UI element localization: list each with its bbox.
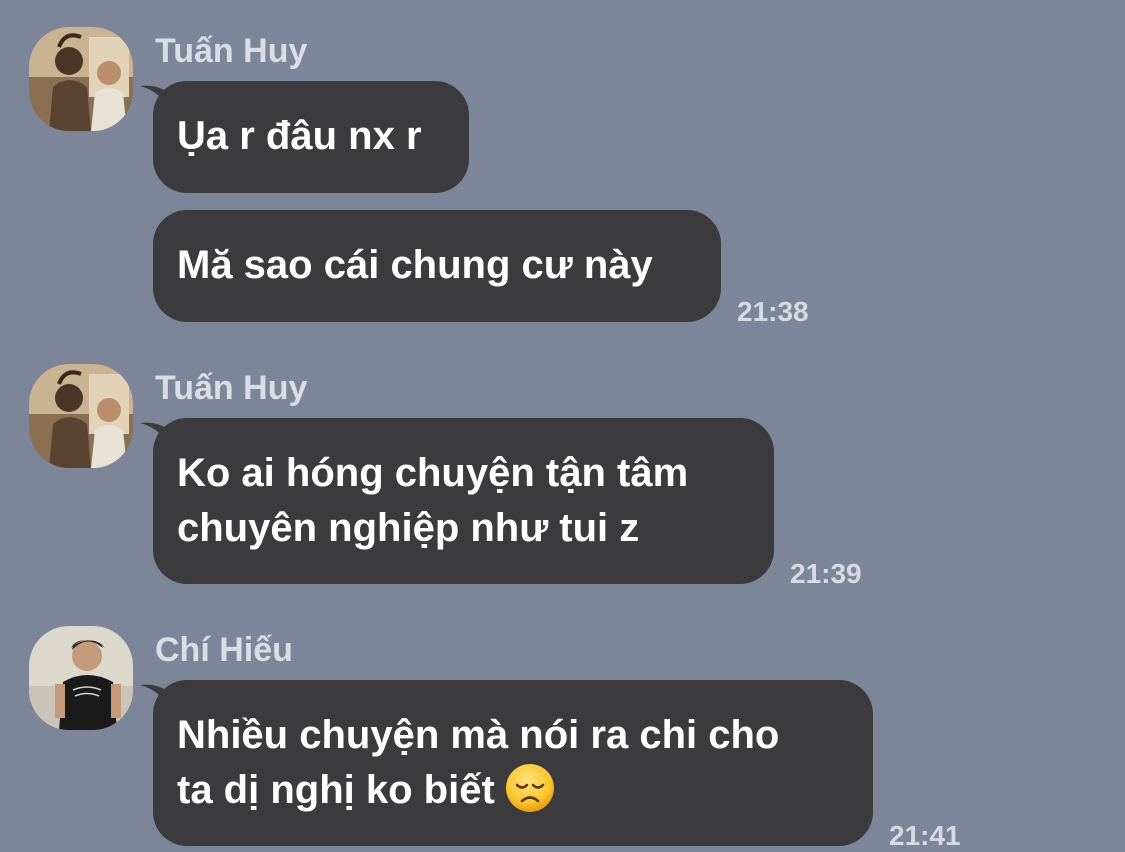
sender-name: Tuấn Huy [155,369,308,407]
avatar[interactable] [29,27,133,131]
message-bubble[interactable]: Mă sao cái chung cư này [153,210,721,322]
message-timestamp: 21:38 [737,296,809,327]
user-photo-avatar-icon [29,626,133,730]
message-bubble[interactable]: Nhiều chuyện mà nói ra chi cho ta dị ngh… [153,680,873,846]
user-photo-avatar-icon [29,27,133,131]
message-text: ta dị nghị ko biết [177,768,495,812]
message-line: ta dị nghị ko biết [177,763,849,818]
message-text: chuyên nghiệp như tui z [177,506,640,550]
message-timestamp: 21:41 [889,820,961,851]
chat-history[interactable]: Tuấn Huy Ụa r đâu nx r Mă sao cái chung … [0,0,1125,851]
disappointed-face-emoji-icon [505,764,554,813]
avatar[interactable] [29,626,133,730]
message-bubble[interactable]: Ụa r đâu nx r [153,81,469,193]
sender-name: Tuấn Huy [155,32,308,70]
message-text: Nhiều chuyện mà nói ra chi cho [177,713,780,757]
message-text: Ko ai hóng chuyện tận tâm [177,451,689,495]
user-photo-avatar-icon [29,364,133,468]
message-bubble[interactable]: Ko ai hóng chuyện tận tâm chuyên nghiệp … [153,418,774,584]
message-text: Ụa r đâu nx r [177,114,422,158]
avatar[interactable] [29,364,133,468]
sender-name: Chí Hiếu [155,631,293,669]
message-text: Mă sao cái chung cư này [177,243,653,287]
message-timestamp: 21:39 [790,558,862,589]
